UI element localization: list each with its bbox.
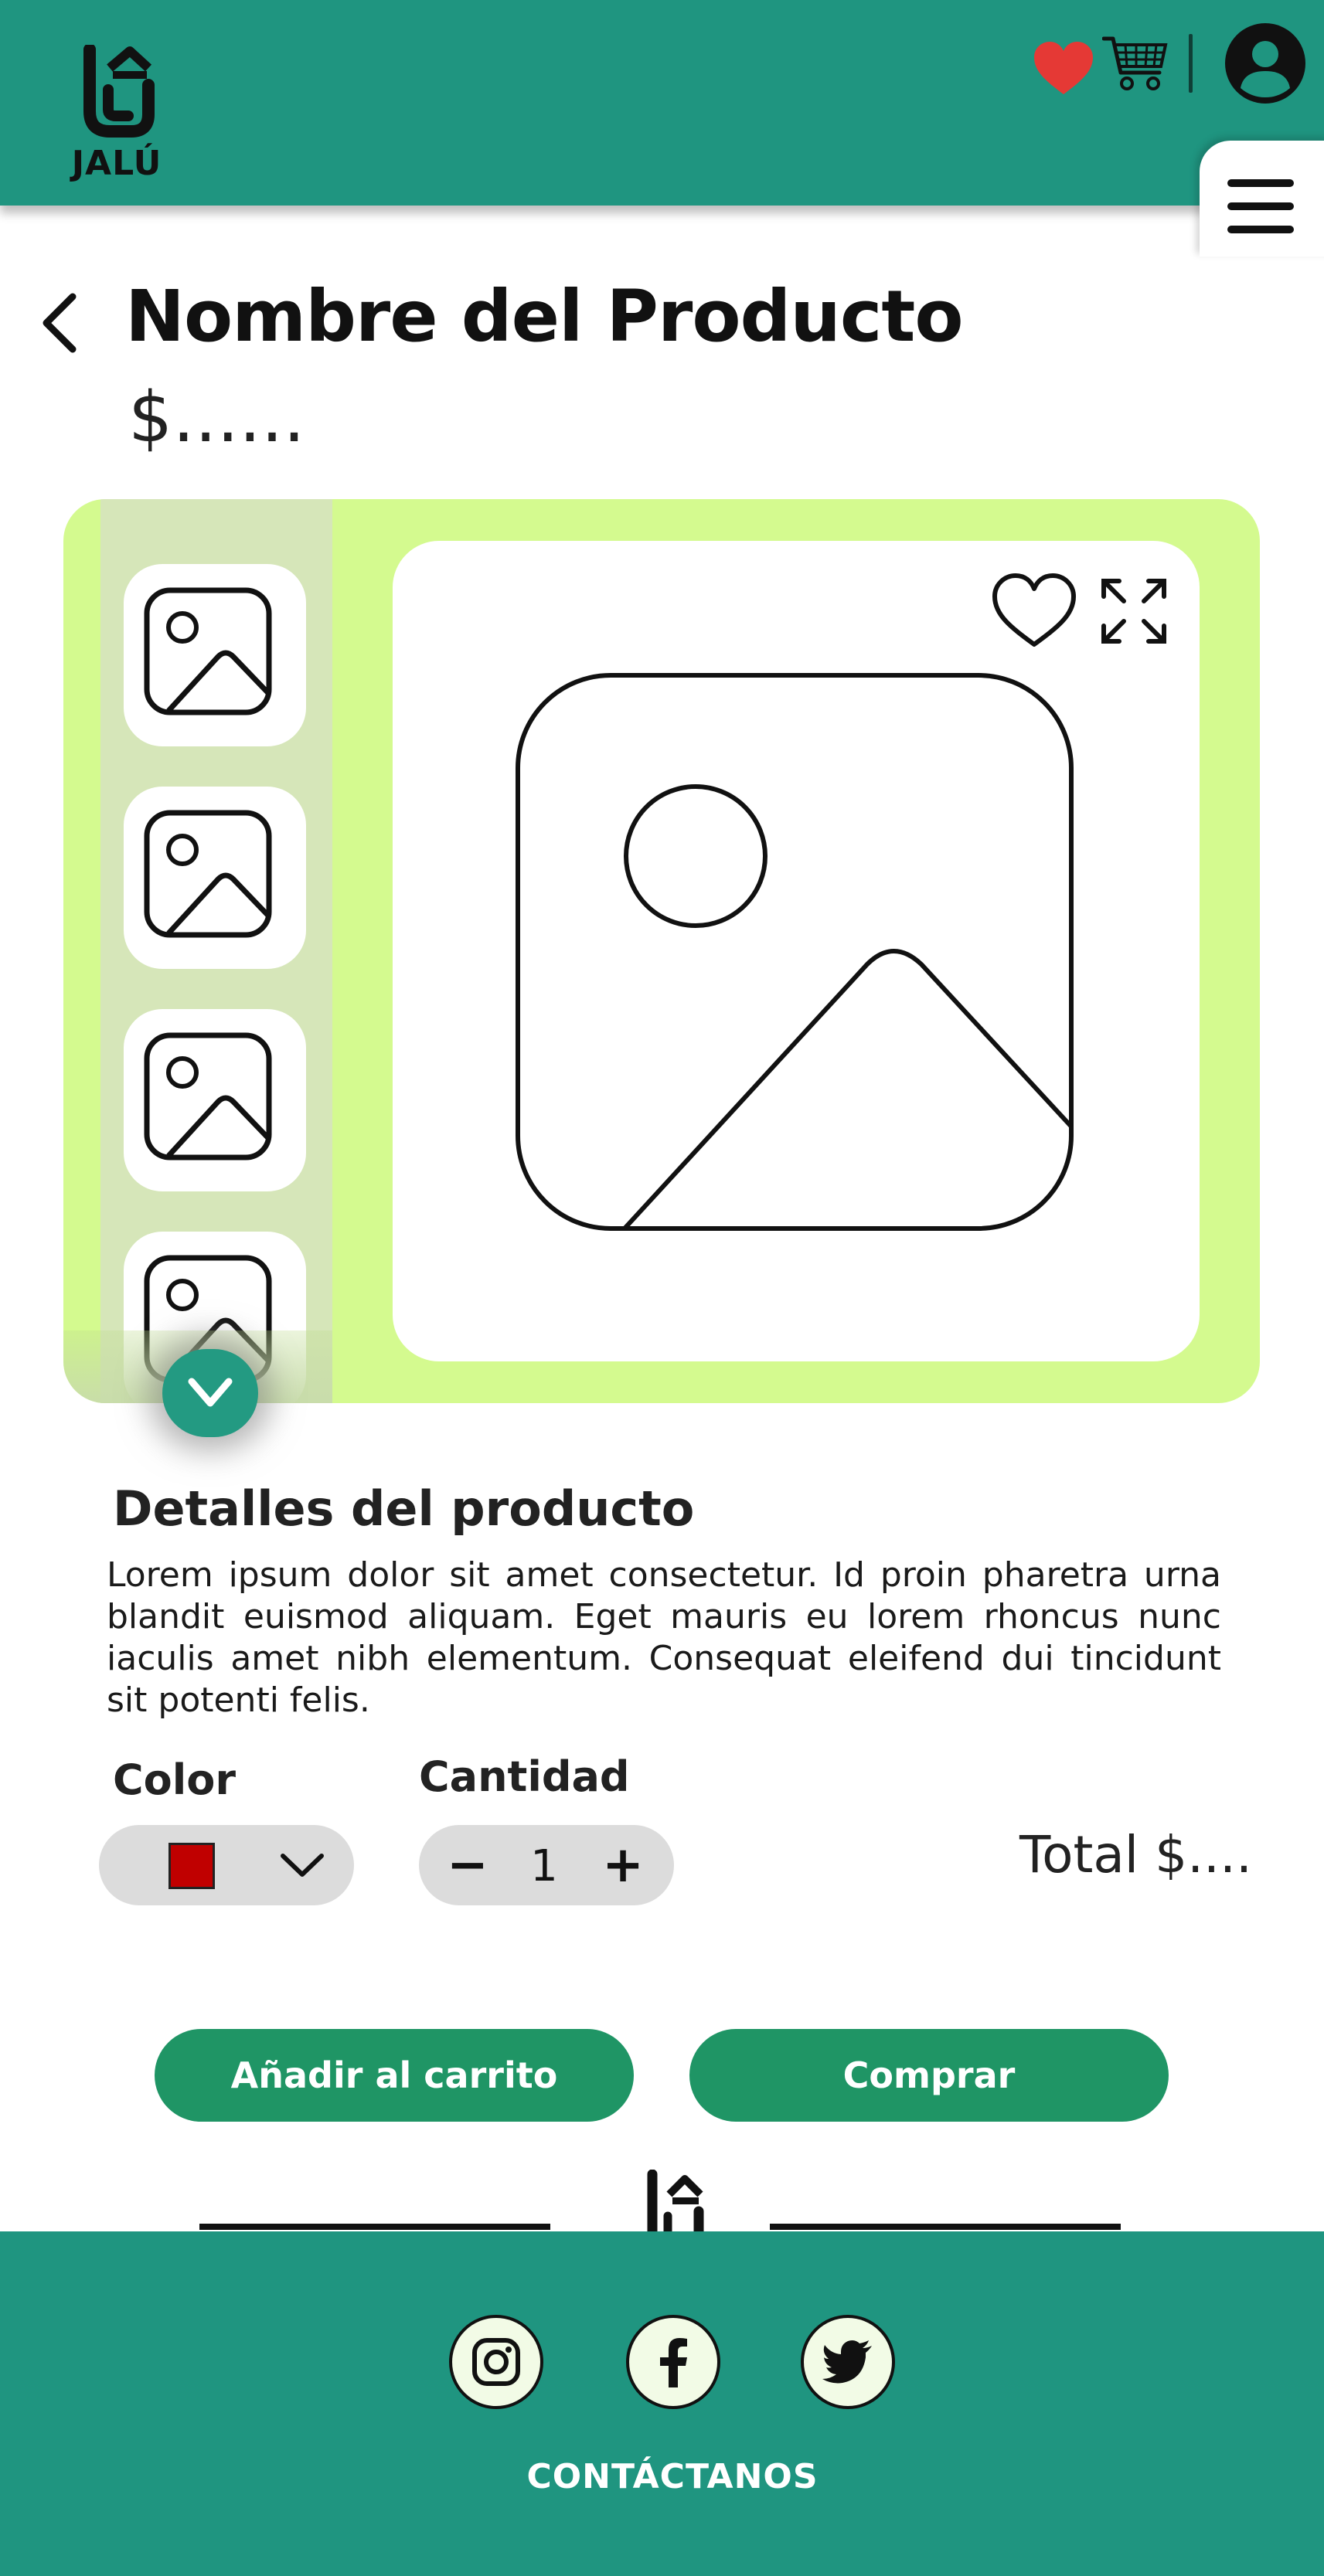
increment-button[interactable]: +: [601, 1837, 645, 1893]
brand-name: JALÚ: [71, 144, 162, 183]
quantity-value[interactable]: 1: [522, 1839, 566, 1895]
decrement-button[interactable]: −: [447, 1837, 488, 1893]
color-swatch: [168, 1843, 215, 1889]
total-price: Total $....: [1019, 1825, 1252, 1884]
product-description: Lorem ipsum dolor sit amet consectetur. …: [107, 1555, 1221, 1720]
jalu-logo-icon[interactable]: [74, 45, 158, 141]
image-placeholder-icon: [516, 673, 1074, 1231]
image-placeholder-icon: [144, 1032, 272, 1161]
favorites-heart-icon[interactable]: [1033, 40, 1094, 97]
instagram-link[interactable]: [449, 2315, 543, 2409]
contact-link[interactable]: CONTÁCTANOS: [0, 2457, 1324, 2496]
shopping-cart-icon[interactable]: [1102, 32, 1169, 94]
user-avatar-icon[interactable]: [1225, 23, 1305, 104]
instagram-icon: [472, 2338, 520, 2386]
header-divider: [1189, 34, 1193, 93]
favorite-heart-icon[interactable]: [991, 572, 1077, 649]
footer-divider: [770, 2224, 1121, 2230]
chevron-down-icon: [188, 1378, 233, 1407]
thumbnail-item[interactable]: [124, 564, 306, 746]
scroll-thumbnails-button[interactable]: [162, 1349, 258, 1437]
twitter-icon: [822, 2340, 872, 2384]
image-placeholder-icon: [144, 587, 272, 715]
image-placeholder-icon: [144, 810, 272, 938]
facebook-icon: [660, 2338, 687, 2387]
product-price: $......: [128, 377, 305, 458]
product-title: Nombre del Producto: [125, 275, 964, 358]
footer-divider: [199, 2224, 550, 2230]
buy-button[interactable]: Comprar: [689, 2029, 1169, 2122]
add-to-cart-button[interactable]: Añadir al carrito: [155, 2029, 634, 2122]
facebook-link[interactable]: [626, 2315, 720, 2409]
twitter-link[interactable]: [801, 2315, 895, 2409]
thumbnail-list[interactable]: [100, 499, 332, 1403]
thumbnail-item[interactable]: [124, 1009, 306, 1191]
top-header: [0, 0, 1324, 206]
expand-fullscreen-icon[interactable]: [1101, 578, 1167, 644]
quantity-label: Cantidad: [419, 1752, 630, 1801]
back-arrow-icon[interactable]: [40, 292, 79, 354]
hamburger-menu-icon[interactable]: [1227, 179, 1294, 233]
color-label: Color: [113, 1755, 236, 1804]
details-heading: Detalles del producto: [113, 1480, 695, 1537]
thumbnail-item[interactable]: [124, 787, 306, 969]
chevron-down-icon[interactable]: [280, 1851, 325, 1879]
